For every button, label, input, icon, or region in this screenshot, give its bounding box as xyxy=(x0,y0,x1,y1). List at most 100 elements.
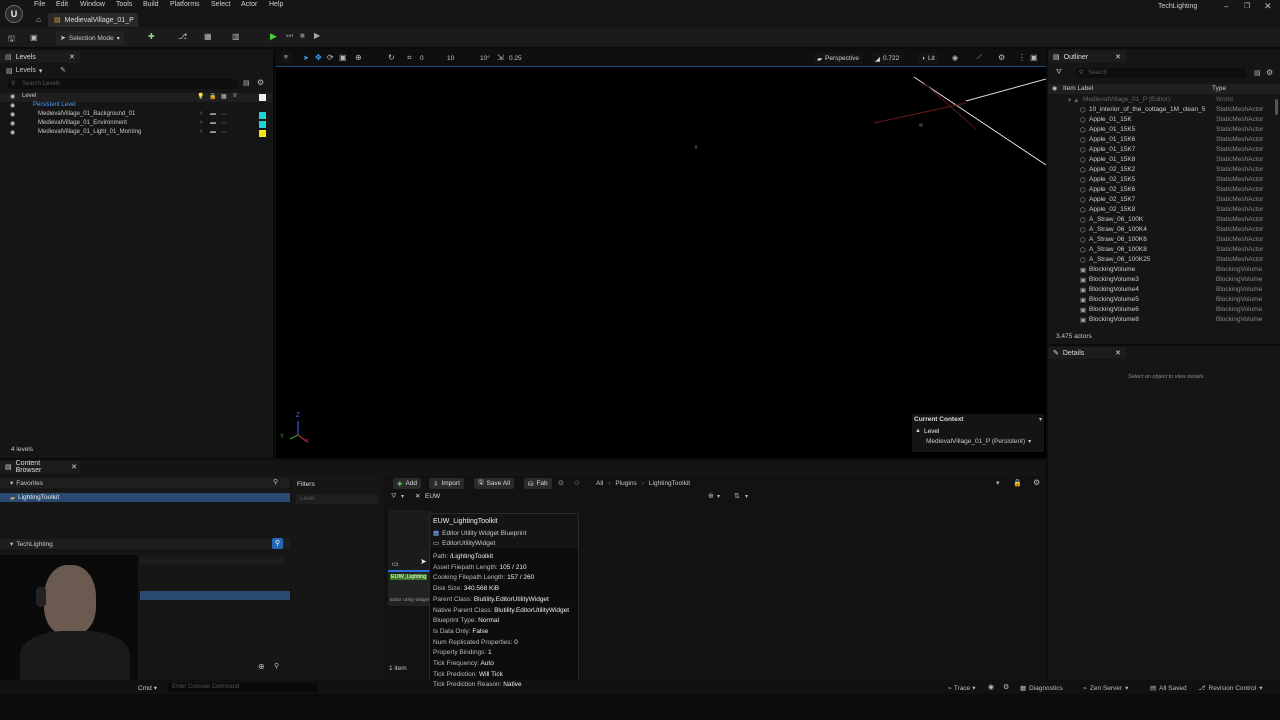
outliner-row[interactable]: ⬡ Apple_01_15K7 StaticMeshActor xyxy=(1050,146,1278,156)
level-tab[interactable]: ▤ MedievalVillage_01_P xyxy=(48,13,138,27)
search-icon[interactable]: ⚲ xyxy=(274,662,279,670)
outliner-row[interactable]: ⬡ Apple_02_15K6 StaticMeshActor xyxy=(1050,186,1278,196)
minimize-icon[interactable]: – xyxy=(1224,2,1228,11)
settings-gear-icon[interactable]: ⚙ xyxy=(257,78,264,87)
menu-platforms[interactable]: Platforms xyxy=(170,1,200,8)
snap-value-0[interactable]: 0 xyxy=(420,55,424,62)
menu-select[interactable]: Select xyxy=(211,1,230,8)
chevron-down-icon[interactable]: ▾ xyxy=(1039,416,1042,423)
levels-search-input[interactable]: ⚲ Search Levels xyxy=(8,79,238,89)
close-tab-icon[interactable]: ✕ xyxy=(69,53,75,61)
outliner-row[interactable]: ⬡ A_Straw_06_100K StaticMeshActor xyxy=(1050,216,1278,226)
zen-server-button[interactable]: ⌁ Zen Server ▾ xyxy=(1083,684,1128,693)
fov-button[interactable]: ◢ 0.722 xyxy=(872,53,903,64)
project-search-button[interactable]: ⚲ xyxy=(272,538,283,549)
bug-icon[interactable]: ⚙ xyxy=(1003,683,1009,691)
perspective-button[interactable]: ▰ Perspective xyxy=(814,53,862,64)
content-icon[interactable]: ▣ xyxy=(30,33,38,42)
outliner-row[interactable]: ▣ BlockingVolume6 BlockingVolume xyxy=(1050,306,1278,316)
visibility-eye-icon[interactable]: ◉ xyxy=(10,111,15,118)
history-back-icon[interactable]: ⊙ xyxy=(558,479,564,487)
persistent-level-row[interactable]: ◉ Persistent Level xyxy=(0,102,272,111)
outliner-row[interactable]: ⬡ Apple_02_15K5 StaticMeshActor xyxy=(1050,176,1278,186)
menu-edit[interactable]: Edit xyxy=(56,1,68,8)
project-header[interactable]: ▾ TechLighting xyxy=(0,539,290,549)
menu-actor[interactable]: Actor xyxy=(241,1,257,8)
add-collection-icon[interactable]: ⊕ xyxy=(258,662,265,671)
folder-tree-row-selected[interactable] xyxy=(140,591,290,600)
import-button[interactable]: ⇩ Import xyxy=(429,478,464,489)
outliner-row[interactable]: ▣ BlockingVolume BlockingVolume xyxy=(1050,266,1278,276)
show-icon[interactable]: ◉ xyxy=(952,54,958,62)
breadcrumb-lightingtoolkit[interactable]: LightingToolkit xyxy=(649,480,690,487)
rotate-tool-icon[interactable]: ⟳ xyxy=(327,53,334,62)
scale-snap-icon[interactable]: ⇲ xyxy=(497,53,504,62)
close-tab-icon[interactable]: ✕ xyxy=(71,463,77,471)
viewport[interactable]: Z X Y xyxy=(276,49,1046,458)
outliner-row[interactable]: ▣ BlockingVolume3 BlockingVolume xyxy=(1050,276,1278,286)
favorites-header[interactable]: ▾ Favorites xyxy=(0,478,290,488)
light-bulb-icon[interactable]: ♀ xyxy=(199,129,204,135)
visibility-eye-icon[interactable]: ◉ xyxy=(10,102,15,109)
search-icon[interactable]: ⚲ xyxy=(273,478,278,486)
lock-icon[interactable]: ▬ xyxy=(210,111,216,117)
filter-icon[interactable]: ⛛ xyxy=(1056,69,1062,77)
close-window-icon[interactable]: ✕ xyxy=(1264,1,1272,12)
breadcrumb-all[interactable]: All xyxy=(596,480,603,487)
outliner-row[interactable]: ⬡ Apple_02_15K2 StaticMeshActor xyxy=(1050,166,1278,176)
chevron-down-icon[interactable]: ▾ xyxy=(745,493,748,500)
viewport-settings-icon[interactable]: ⚙ xyxy=(998,53,1005,62)
folder-tree-row[interactable] xyxy=(140,557,284,564)
outliner-row[interactable]: ⬡ Apple_02_15K7 StaticMeshActor xyxy=(1050,196,1278,206)
add-folder-icon[interactable]: ▤ xyxy=(1254,69,1261,77)
level-color-swatch[interactable] xyxy=(259,130,266,137)
outliner-row[interactable]: ⬡ Apple_01_15K6 StaticMeshActor xyxy=(1050,136,1278,146)
fab-button[interactable]: ⛁ Fab xyxy=(524,478,552,489)
outliner-row[interactable]: ⬡ Apple_01_15K8 StaticMeshActor xyxy=(1050,156,1278,166)
light-bulb-icon[interactable]: ♀ xyxy=(199,111,204,117)
launch-icon[interactable]: ▶ xyxy=(314,31,320,40)
save-all-button[interactable]: 🖫 Save All xyxy=(474,478,515,489)
asset-search-input[interactable]: ✕ EUW xyxy=(413,492,723,502)
world-local-icon[interactable]: ⊕ xyxy=(355,53,362,62)
sort-icon[interactable]: ⇅ xyxy=(734,492,740,500)
sublevel-row[interactable]: ◉ MedievalVillage_01_Light_01_Morning ♀ ▬ ⋯ xyxy=(0,129,272,138)
play-icon[interactable]: ▶ xyxy=(270,31,277,42)
save-icon[interactable]: 🖫 xyxy=(8,33,15,47)
levels-dropdown[interactable]: ▤ Levels ▾ xyxy=(6,65,42,76)
maximize-icon[interactable]: ❐ xyxy=(1244,2,1250,10)
stop-icon[interactable]: ■ xyxy=(300,31,305,40)
lock-icon[interactable]: ▬ xyxy=(210,120,216,126)
chevron-down-icon[interactable]: ▾ xyxy=(996,479,1000,487)
menu-window[interactable]: Window xyxy=(80,1,105,8)
outliner-row[interactable]: ⬡ Apple_02_15K8 StaticMeshActor xyxy=(1050,206,1278,216)
trace-button[interactable]: ⌁ Trace ▾ xyxy=(948,684,976,693)
outliner-row[interactable]: ⬡ 10_interior_of_the_cottage_1M_clean_5 St… xyxy=(1050,106,1278,116)
rotation-snap-value[interactable]: 10° xyxy=(480,55,490,62)
translate-tool-icon[interactable]: ✥ xyxy=(315,53,322,62)
light-bulb-icon[interactable]: ♀ xyxy=(199,120,204,126)
visibility-eye-icon[interactable]: ◉ xyxy=(10,120,15,127)
add-actor-icon[interactable]: ✚ xyxy=(148,32,155,41)
add-button[interactable]: ✚ Add xyxy=(393,478,422,489)
scale-snap-value[interactable]: 0.25 xyxy=(509,55,522,62)
maximize-viewport-icon[interactable]: ▣ xyxy=(1030,53,1038,62)
sublevel-row[interactable]: ◉ MedievalVillage_01_Environment ♀ ▬ ⋯ xyxy=(0,120,272,129)
levels-tab[interactable]: ▤ Levels ✕ xyxy=(0,51,80,63)
close-tab-icon[interactable]: ✕ xyxy=(1115,53,1121,61)
selection-mode-dropdown[interactable]: ➤ Selection Mode ▾ xyxy=(56,31,124,45)
home-icon[interactable]: ⌂ xyxy=(36,15,41,24)
breadcrumb-plugins[interactable]: Plugins xyxy=(615,480,636,487)
visibility-eye-icon[interactable]: ◉ xyxy=(10,129,15,136)
grid-snap-icon[interactable]: ⌗ xyxy=(407,53,412,63)
edit-pencil-icon[interactable]: ✎ xyxy=(60,66,66,74)
lock-icon[interactable]: 🔒 xyxy=(1013,479,1022,487)
cinematics-icon[interactable]: ▦ xyxy=(204,32,212,41)
menu-build[interactable]: Build xyxy=(143,1,159,8)
outliner-row[interactable]: ⬡ Apple_01_15K5 StaticMeshActor xyxy=(1050,126,1278,136)
level-blueprint-icon[interactable]: ⋯ xyxy=(221,111,227,118)
all-saved-button[interactable]: ▤ All Saved xyxy=(1150,684,1187,693)
outliner-row[interactable]: ▣ BlockingVolume5 BlockingVolume xyxy=(1050,296,1278,306)
platforms-icon[interactable]: ▥ xyxy=(232,32,240,41)
level-color-swatch[interactable] xyxy=(259,121,266,128)
